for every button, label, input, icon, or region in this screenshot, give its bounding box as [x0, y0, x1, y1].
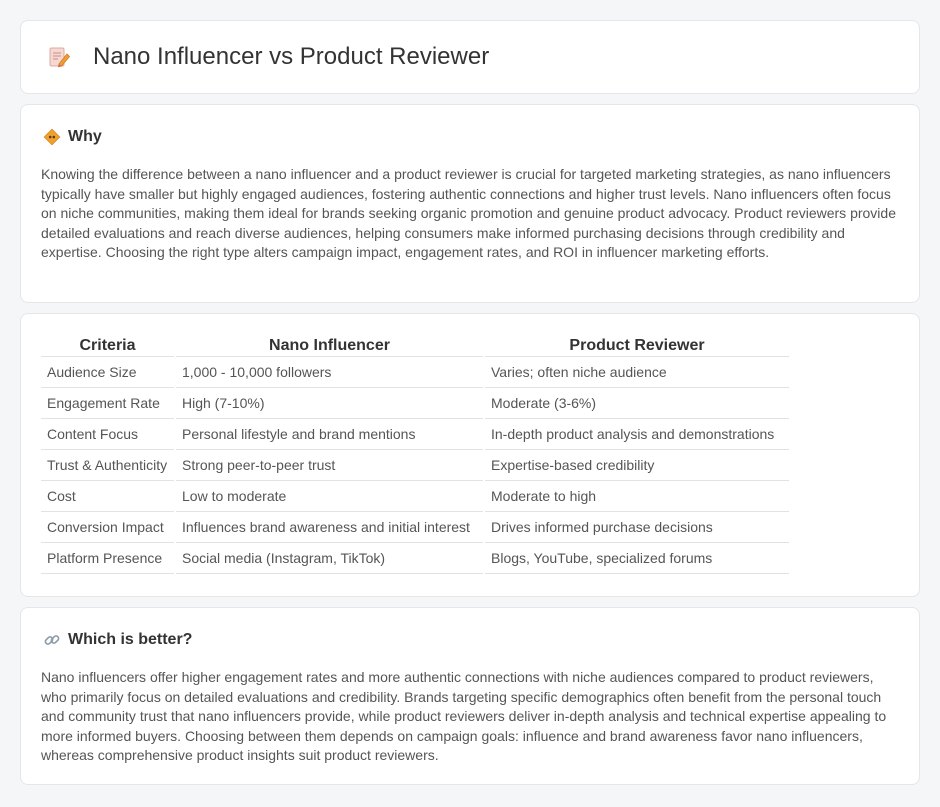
criteria-cell: Platform Presence [41, 543, 174, 574]
header-criteria: Criteria [41, 336, 174, 357]
comparison-table: Criteria Nano Influencer Product Reviewe… [39, 336, 791, 574]
page-title: Nano Influencer vs Product Reviewer [93, 43, 490, 70]
table-row: Trust & Authenticity Strong peer-to-peer… [41, 450, 789, 481]
why-heading: Why [41, 125, 899, 149]
link-icon [43, 631, 61, 649]
header-nano-influencer: Nano Influencer [176, 336, 483, 357]
product-reviewer-cell: In-depth product analysis and demonstrat… [485, 419, 789, 450]
header-product-reviewer: Product Reviewer [485, 336, 789, 357]
criteria-cell: Audience Size [41, 357, 174, 388]
diamond-sign-icon [43, 128, 61, 146]
better-heading: Which is better? [41, 628, 899, 652]
why-text: Knowing the difference between a nano in… [41, 166, 896, 260]
better-text: Nano influencers offer higher engagement… [41, 669, 887, 763]
table-row: Engagement Rate High (7-10%) Moderate (3… [41, 388, 789, 419]
nano-influencer-cell: Influences brand awareness and initial i… [176, 512, 483, 543]
nano-influencer-cell: Personal lifestyle and brand mentions [176, 419, 483, 450]
better-title: Which is better? [68, 631, 193, 648]
product-reviewer-cell: Moderate (3-6%) [485, 388, 789, 419]
product-reviewer-cell: Varies; often niche audience [485, 357, 789, 388]
table-row: Audience Size 1,000 - 10,000 followers V… [41, 357, 789, 388]
page: Nano Influencer vs Product Reviewer Why … [0, 0, 940, 785]
table-header-row: Criteria Nano Influencer Product Reviewe… [41, 336, 789, 357]
which-is-better-card: Which is better? Nano influencers offer … [20, 607, 920, 785]
why-title: Why [68, 128, 102, 145]
table-row: Cost Low to moderate Moderate to high [41, 481, 789, 512]
criteria-cell: Trust & Authenticity [41, 450, 174, 481]
table-row: Platform Presence Social media (Instagra… [41, 543, 789, 574]
nano-influencer-cell: High (7-10%) [176, 388, 483, 419]
product-reviewer-cell: Blogs, YouTube, specialized forums [485, 543, 789, 574]
nano-influencer-cell: Low to moderate [176, 481, 483, 512]
nano-influencer-cell: Social media (Instagram, TikTok) [176, 543, 483, 574]
criteria-cell: Engagement Rate [41, 388, 174, 419]
nano-influencer-cell: 1,000 - 10,000 followers [176, 357, 483, 388]
product-reviewer-cell: Expertise-based credibility [485, 450, 789, 481]
pencil-memo-icon [47, 45, 71, 69]
criteria-cell: Conversion Impact [41, 512, 174, 543]
product-reviewer-cell: Drives informed purchase decisions [485, 512, 789, 543]
criteria-cell: Content Focus [41, 419, 174, 450]
table-row: Conversion Impact Influences brand aware… [41, 512, 789, 543]
criteria-cell: Cost [41, 481, 174, 512]
why-card: Why Knowing the difference between a nan… [20, 104, 920, 303]
comparison-card: Criteria Nano Influencer Product Reviewe… [20, 313, 920, 597]
title-card: Nano Influencer vs Product Reviewer [20, 20, 920, 94]
nano-influencer-cell: Strong peer-to-peer trust [176, 450, 483, 481]
table-row: Content Focus Personal lifestyle and bra… [41, 419, 789, 450]
product-reviewer-cell: Moderate to high [485, 481, 789, 512]
